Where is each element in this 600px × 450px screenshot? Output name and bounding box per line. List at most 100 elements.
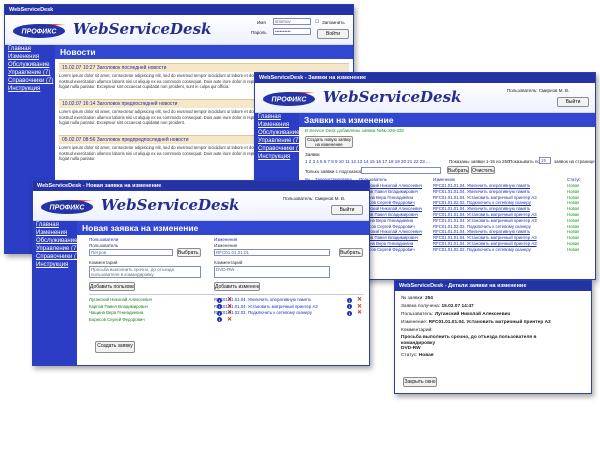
row-change[interactable]: RFC01.01.01.04. Установить матричный при… bbox=[433, 195, 537, 201]
logout-button[interactable]: Выйти bbox=[557, 97, 589, 107]
sidebar-item-home[interactable]: Главная bbox=[5, 45, 55, 53]
sidebar-item-manual[interactable]: Инструкция bbox=[255, 153, 299, 161]
row-change[interactable]: RFC01.01.02.02. Подключить к сетевому ск… bbox=[433, 224, 531, 230]
user-label: Пользователь: Смирнов М. В. bbox=[283, 196, 346, 201]
info-icon[interactable]: i bbox=[217, 317, 222, 322]
detail-user-label: Пользователь: bbox=[401, 312, 434, 317]
change-comment-label: Комментарий bbox=[214, 260, 243, 265]
change-comment-input[interactable]: DVD-RW bbox=[214, 266, 330, 278]
info-icon[interactable]: i bbox=[347, 297, 352, 303]
row-change[interactable]: RFC01.01.01.04. Увеличить оперативную па… bbox=[433, 229, 530, 235]
sidebar-item-management[interactable]: Управление (7) bbox=[33, 245, 78, 253]
users-section-title: Пользователи bbox=[89, 237, 119, 242]
row-change[interactable]: RFC01.01.01.04. Установить матричный при… bbox=[433, 241, 537, 247]
change-select-button[interactable]: Выбрать... bbox=[339, 248, 363, 257]
col-status[interactable]: Статус bbox=[567, 177, 581, 183]
info-icon[interactable]: i bbox=[347, 310, 352, 316]
filter-input[interactable] bbox=[361, 167, 441, 174]
sidebar-item-directories[interactable]: Справочники (7) bbox=[255, 145, 303, 153]
row-status: Новая bbox=[567, 223, 580, 229]
login-name-label: Имя bbox=[257, 20, 266, 25]
login-name-input[interactable]: smirnov bbox=[273, 18, 311, 25]
row-status: Новая bbox=[567, 235, 580, 241]
new-window-titlebar: WebServiceDesk - Новая заявка на изменен… bbox=[33, 181, 369, 191]
detail-number-row: № заявки: 254 bbox=[401, 295, 587, 303]
list-window-titlebar: WebServiceDesk - Заявки на изменение bbox=[255, 73, 595, 83]
news-title-1[interactable]: 15.02.07 10:27 Заголовок последней новос… bbox=[59, 63, 349, 72]
login-password-label: Пароль bbox=[251, 30, 267, 35]
list-header: ПРОФИКС WebServiceDesk Пользователь: Сми… bbox=[255, 83, 595, 113]
create-request-button[interactable]: Создать новую заявку на изменение bbox=[305, 136, 353, 148]
detail-change-label: Изменение: bbox=[401, 320, 428, 325]
delete-icon[interactable]: ✕ bbox=[227, 317, 232, 323]
sidebar-item-service[interactable]: Обслуживание bbox=[255, 129, 299, 137]
detail-registered-row: Заявка получена: 15.02.07 14:47 bbox=[401, 303, 587, 311]
remember-checkbox[interactable]: ☐ bbox=[315, 19, 319, 25]
detail-window-titlebar: WebServiceDesk - Детали заявки на измене… bbox=[395, 281, 591, 291]
user-field-input[interactable]: Петров bbox=[89, 249, 173, 256]
brand-title: WebServiceDesk bbox=[323, 88, 462, 106]
sidebar-item-changes[interactable]: Изменения bbox=[5, 53, 55, 61]
profix-logo: ПРОФИКС bbox=[13, 24, 65, 38]
sidebar-item-changes[interactable]: Изменения bbox=[33, 229, 77, 237]
col-change[interactable]: Изменение bbox=[433, 177, 455, 183]
row-change[interactable]: RFC01.01.02.02. Подключить к сетевому ск… bbox=[433, 200, 531, 206]
detail-user-value: Луганский Николай Алексеевич bbox=[434, 312, 511, 317]
sidebar-item-home[interactable]: Главная bbox=[255, 113, 299, 121]
row-change[interactable]: RFC01.01.01.04. Увеличить оперативную па… bbox=[433, 183, 530, 189]
change-list-item: RFC01.01.01.04. Увеличить оперативную па… bbox=[214, 297, 312, 302]
sidebar-item-home[interactable]: Главная bbox=[33, 221, 77, 229]
row-status: Новая bbox=[567, 188, 580, 194]
delete-icon[interactable]: ✕ bbox=[357, 304, 362, 310]
login-button[interactable]: Войти bbox=[317, 29, 349, 39]
sidebar-item-service[interactable]: Обслуживание bbox=[33, 237, 77, 245]
delete-icon[interactable]: ✕ bbox=[357, 310, 362, 316]
row-change[interactable]: RFC01.01.01.04. Установить матричный при… bbox=[433, 218, 537, 224]
row-status: Новая bbox=[567, 246, 580, 252]
pagination[interactable]: 1 2 3 4 5 6 7 8 9 10 11 12 13 14 15 16 1… bbox=[305, 159, 445, 164]
detail-number-value: 254 bbox=[424, 296, 433, 301]
info-icon[interactable]: i bbox=[347, 304, 352, 309]
user-comment-input[interactable]: Просьба выполнить срочно, до отъезда пол… bbox=[89, 266, 201, 278]
sidebar-item-changes[interactable]: Изменения bbox=[255, 121, 299, 129]
filter-button[interactable]: Выбрать bbox=[447, 166, 469, 174]
detail-change-row: Изменение: RFC01.01.01.04. Установить ма… bbox=[401, 319, 587, 327]
row-change[interactable]: RFC01.01.01.04. Установить матричный при… bbox=[433, 235, 537, 241]
svg-text:ПРОФИКС: ПРОФИКС bbox=[50, 205, 86, 212]
row-status: Новая bbox=[567, 217, 580, 223]
brand-title: WebServiceDesk bbox=[73, 20, 212, 38]
row-change[interactable]: RFC01.01.01.04. Увеличить оперативную па… bbox=[433, 206, 530, 212]
sidebar-item-directories[interactable]: Справочники (7) bbox=[33, 253, 81, 261]
row-change[interactable]: RFC01.01.01.04. Установить матричный при… bbox=[433, 212, 537, 218]
sidebar-item-manual[interactable]: Инструкция bbox=[5, 85, 55, 93]
news-window-titlebar: WebServiceDesk bbox=[5, 5, 353, 15]
add-change-button[interactable]: Добавить изменение bbox=[214, 282, 260, 291]
detail-status-label: Статус: bbox=[401, 353, 418, 358]
logout-button[interactable]: Выйти bbox=[331, 205, 363, 215]
sidebar-item-service[interactable]: Обслуживание bbox=[5, 61, 55, 69]
sidebar-item-manual[interactable]: Инструкция bbox=[33, 261, 77, 269]
add-user-button[interactable]: Добавить пользователя bbox=[89, 282, 135, 291]
row-status: Новая bbox=[567, 212, 580, 217]
page-title: Новости bbox=[55, 45, 353, 59]
close-window-button[interactable]: Закрыть окно bbox=[403, 377, 437, 387]
user-list-item: Борисов Сергей Федорович bbox=[89, 316, 145, 322]
sidebar-item-management[interactable]: Управление (7) bbox=[255, 137, 300, 145]
per-page-select[interactable]: 15 bbox=[539, 157, 551, 164]
login-password-input[interactable]: •••••••••• bbox=[273, 28, 311, 35]
create-request-button[interactable]: Создать заявку bbox=[95, 341, 135, 353]
requests-label: Заявки bbox=[305, 152, 320, 157]
new-request-window: WebServiceDesk - Новая заявка на изменен… bbox=[32, 180, 370, 366]
row-change[interactable]: RFC01.01.02.02. Подключить к сетевому ск… bbox=[433, 247, 531, 253]
clear-button[interactable]: Очистить bbox=[471, 166, 495, 174]
user-select-button[interactable]: Выбрать... bbox=[177, 248, 201, 257]
detail-status-row: Статус: Новая bbox=[401, 352, 587, 360]
change-field-input[interactable]: RFC01.01.01.01 bbox=[214, 249, 330, 256]
row-change[interactable]: RFC01.01.01.04. Увеличить оперативную па… bbox=[433, 189, 530, 195]
sidebar-item-directories[interactable]: Справочники (7) bbox=[5, 77, 55, 85]
row-status: Новая bbox=[567, 241, 580, 246]
user-field-label: Пользователь bbox=[89, 243, 119, 248]
delete-icon[interactable]: ✕ bbox=[357, 297, 362, 303]
user-list-item: Карпов Павел Владимирович bbox=[89, 303, 148, 309]
sidebar-item-management[interactable]: Управление (7) bbox=[5, 69, 55, 77]
